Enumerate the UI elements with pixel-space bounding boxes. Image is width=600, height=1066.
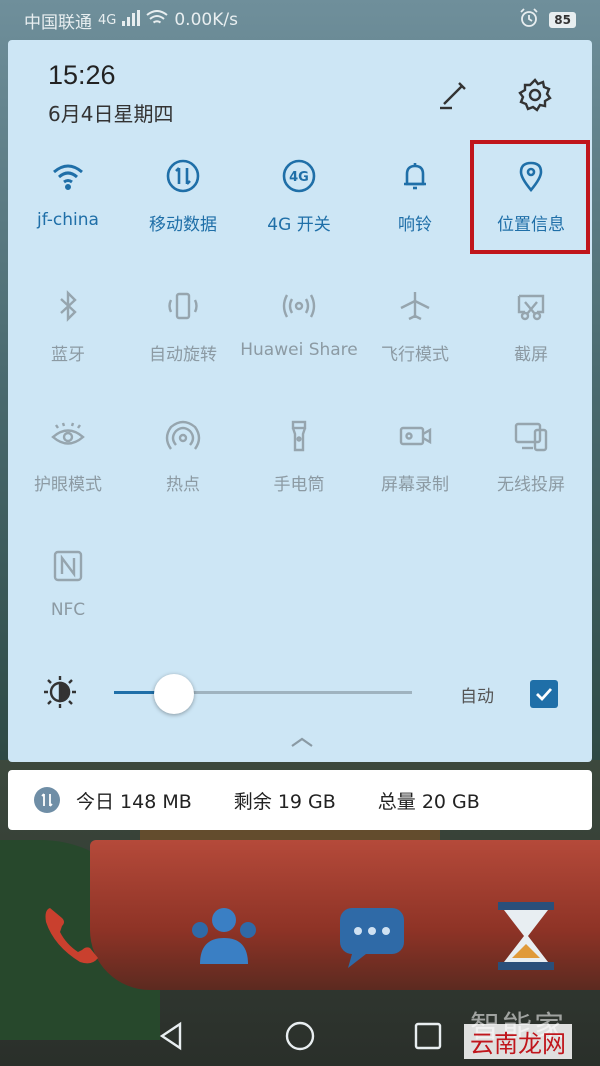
tile-auto-rotate[interactable]: 自动旋转 <box>125 276 241 386</box>
quick-settings-panel: 15:26 6月4日星期四 jf-china 移动数据 4G 4G 开关 响铃 <box>8 40 592 762</box>
svg-text:4G: 4G <box>289 170 309 185</box>
tile-label: 无线投屏 <box>497 475 565 495</box>
contacts-app-icon[interactable] <box>186 900 258 972</box>
tile-label: NFC <box>50 600 86 620</box>
tile-label: 自动旋转 <box>149 345 217 365</box>
tile-label: 蓝牙 <box>51 345 85 365</box>
tile-nfc[interactable]: NFC <box>10 536 126 646</box>
location-highlight-box <box>470 140 590 254</box>
auto-brightness-checkbox[interactable] <box>530 680 558 708</box>
wifi-status-icon <box>146 9 168 31</box>
edit-button[interactable] <box>432 74 474 116</box>
data-usage-card[interactable]: 今日 148 MB 剩余 19 GB 总量 20 GB <box>8 770 592 830</box>
tile-wireless-projection[interactable]: 无线投屏 <box>473 406 589 516</box>
data-usage-icon <box>34 787 60 813</box>
network-speed: 0.00K/s <box>174 10 238 30</box>
network-type: 4G <box>98 12 117 28</box>
usage-today: 今日 148 MB <box>76 790 192 813</box>
usage-remaining: 剩余 19 GB <box>233 790 336 813</box>
rotate-icon <box>163 286 203 326</box>
recents-square-icon[interactable] <box>410 1018 446 1054</box>
tile-4g[interactable]: 4G 4G 开关 <box>241 146 357 256</box>
tile-mobile-data[interactable]: 移动数据 <box>125 146 241 256</box>
tile-label: jf-china <box>37 210 99 230</box>
clock-app-icon[interactable] <box>490 900 562 972</box>
tile-label: Huawei Share <box>240 340 358 360</box>
alarm-icon <box>519 7 539 33</box>
hotspot-icon <box>163 416 203 456</box>
tile-screenshot[interactable]: 截屏 <box>473 276 589 386</box>
watermark-site: 云南龙网 <box>464 1024 572 1059</box>
wifi-icon <box>48 156 88 196</box>
brightness-icon <box>42 674 78 710</box>
tile-label: 护眼模式 <box>34 475 102 495</box>
date: 6月4日星期四 <box>48 102 174 126</box>
tile-label: 4G 开关 <box>267 215 331 235</box>
clock: 15:26 <box>48 60 116 90</box>
tile-label: 热点 <box>166 475 200 495</box>
tile-label: 移动数据 <box>149 215 217 235</box>
cast-icon <box>511 416 551 456</box>
tile-ring[interactable]: 响铃 <box>357 146 473 256</box>
tile-bluetooth[interactable]: 蓝牙 <box>10 276 126 386</box>
usage-total: 总量 20 GB <box>377 790 480 813</box>
auto-brightness-label: 自动 <box>460 687 494 707</box>
back-triangle-icon[interactable] <box>154 1018 190 1054</box>
brightness-slider-thumb[interactable] <box>153 674 194 714</box>
tile-label: 截屏 <box>514 345 548 365</box>
collapse-chevron-up-icon[interactable] <box>288 734 316 750</box>
signal-icon <box>122 9 141 31</box>
share-icon <box>279 286 319 326</box>
home-circle-icon[interactable] <box>282 1018 318 1054</box>
eye-icon <box>48 416 88 456</box>
tile-label: 响铃 <box>398 215 432 235</box>
tile-huawei-share[interactable]: Huawei Share <box>240 276 358 386</box>
mobile-data-icon <box>163 156 203 196</box>
tile-screen-record[interactable]: 屏幕录制 <box>357 406 473 516</box>
flashlight-icon <box>279 416 319 456</box>
battery-indicator: 85 <box>549 12 576 28</box>
tile-label: 屏幕录制 <box>381 475 449 495</box>
bluetooth-icon <box>48 286 88 326</box>
airplane-icon <box>395 286 435 326</box>
messages-app-icon[interactable] <box>336 900 408 972</box>
tile-flashlight[interactable]: 手电筒 <box>241 406 357 516</box>
phone-app-icon[interactable] <box>36 900 108 972</box>
checkmark-icon <box>536 688 553 702</box>
screen-record-icon <box>395 416 435 456</box>
screenshot-icon <box>511 286 551 326</box>
tile-airplane[interactable]: 飞行模式 <box>357 276 473 386</box>
4g-icon: 4G <box>279 156 319 196</box>
tile-label: 手电筒 <box>273 475 325 495</box>
carrier-name: 中国联通 <box>24 12 92 33</box>
tile-wifi[interactable]: jf-china <box>10 146 126 256</box>
tile-label: 飞行模式 <box>381 345 449 365</box>
settings-gear-icon[interactable] <box>514 74 556 116</box>
status-bar: 中国联通 4G 0.00K/s 85 <box>0 0 600 40</box>
tile-eye-comfort[interactable]: 护眼模式 <box>10 406 126 516</box>
bell-icon <box>395 156 435 196</box>
tile-hotspot[interactable]: 热点 <box>125 406 241 516</box>
nfc-icon <box>48 546 88 586</box>
